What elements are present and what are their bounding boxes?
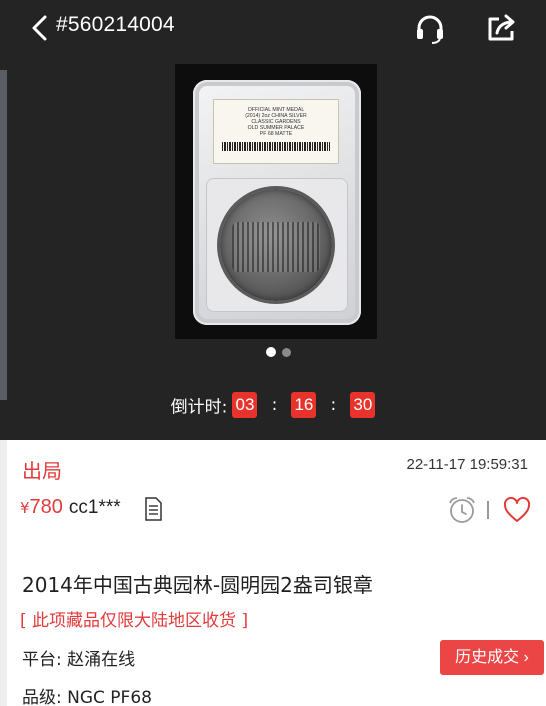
bid-datetime: 22-11-17 19:59:31 bbox=[406, 456, 529, 473]
carousel-dot[interactable] bbox=[282, 348, 291, 357]
nav-bar: #560214004 bbox=[0, 0, 546, 56]
shipping-restriction: [ 此项藏品仅限大陆地区收货 ] bbox=[20, 611, 249, 631]
price-row: ¥780 cc1*** bbox=[20, 496, 121, 526]
medal-relief bbox=[232, 222, 320, 272]
grade-info: 品级: NGC PF68 bbox=[22, 688, 152, 706]
bidder-name: cc1*** bbox=[68, 497, 121, 518]
currency-symbol: ¥ bbox=[20, 499, 30, 517]
icon-divider bbox=[487, 501, 489, 519]
share-icon[interactable] bbox=[485, 13, 519, 43]
countdown-seconds: 30 bbox=[350, 392, 376, 418]
chevron-left-icon[interactable] bbox=[30, 14, 50, 42]
carousel-dot-active[interactable] bbox=[266, 347, 276, 357]
countdown-minutes: 16 bbox=[291, 392, 317, 418]
history-deals-button[interactable]: 历史成交 › bbox=[440, 640, 544, 675]
headset-icon[interactable] bbox=[414, 14, 446, 44]
platform-info: 平台: 赵涌在线 bbox=[22, 650, 136, 670]
alarm-clock-icon[interactable] bbox=[447, 495, 477, 525]
item-title: 2014年中国古典园林-圆明园2盎司银章 bbox=[22, 573, 373, 597]
left-edge-strip bbox=[0, 70, 7, 400]
left-edge-strip-lower bbox=[0, 440, 7, 706]
barcode bbox=[222, 142, 330, 151]
page-title: #560214004 bbox=[56, 13, 175, 36]
heart-icon[interactable] bbox=[503, 497, 531, 523]
countdown-label: 倒计时: bbox=[170, 397, 228, 418]
bid-status: 出局 bbox=[22, 459, 62, 483]
countdown-hours: 03 bbox=[232, 392, 258, 418]
current-price: 780 bbox=[29, 496, 63, 518]
countdown-separator: : bbox=[271, 395, 278, 415]
slab-label: OFFICIAL MINT MEDAL (2014) 2oz CHINA SIL… bbox=[213, 99, 339, 164]
document-icon[interactable] bbox=[144, 497, 162, 521]
slab-label-line: PF 68 MATTE bbox=[259, 131, 293, 137]
countdown-timer: 倒计时: 03 : 16 : 30 bbox=[0, 392, 546, 424]
countdown-separator: : bbox=[330, 395, 337, 415]
